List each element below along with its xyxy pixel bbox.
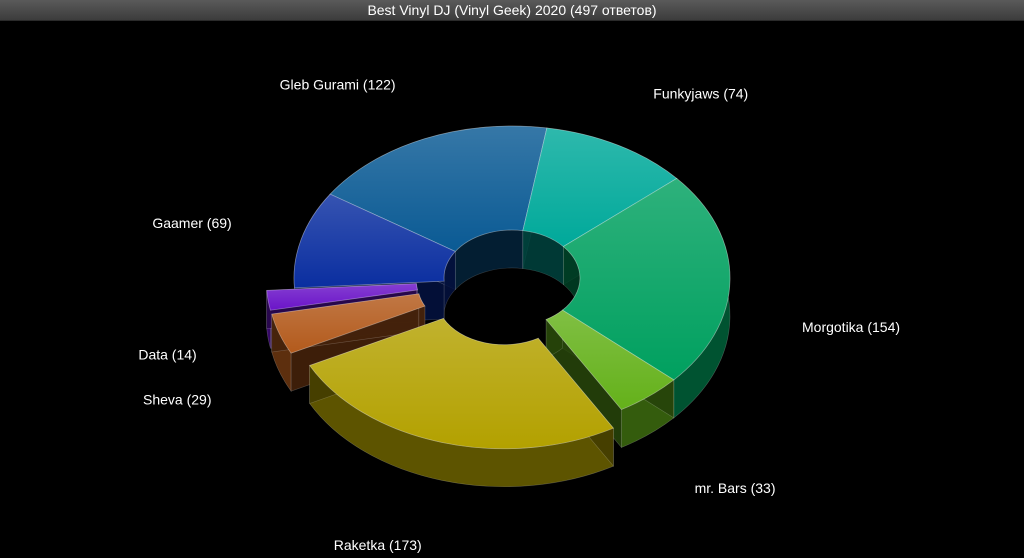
- slice-label-morgotika: Morgotika (154): [802, 319, 900, 335]
- slice-label-data: Data (14): [138, 347, 196, 363]
- slice-label-funkyjaws: Funkyjaws (74): [653, 85, 748, 101]
- pie-chart: Funkyjaws (74) Morgotika (154) mr. Bars (3…: [138, 76, 900, 553]
- slice-label-mr-bars: mr. Bars (33): [695, 480, 776, 496]
- slice-label-raketka: Raketka (173): [334, 537, 422, 553]
- slices-group: [266, 125, 731, 487]
- slice-label-gleb-gurami: Gleb Gurami (122): [280, 76, 396, 92]
- slice-label-gaamer: Gaamer (69): [152, 215, 231, 231]
- slice-label-sheva: Sheva (29): [143, 392, 211, 408]
